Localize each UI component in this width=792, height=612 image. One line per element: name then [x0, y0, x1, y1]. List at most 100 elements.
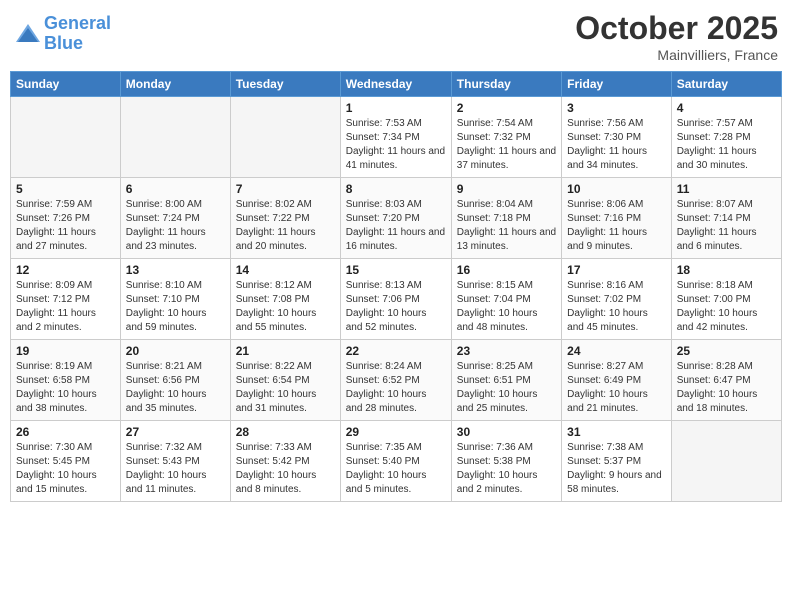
calendar-cell: 2 Sunrise: 7:54 AM Sunset: 7:32 PM Daylig… [451, 97, 561, 178]
day-info: Sunrise: 8:09 AM Sunset: 7:12 PM Dayligh… [16, 279, 115, 335]
day-number: 29 [346, 425, 446, 439]
day-number: 15 [346, 263, 446, 277]
day-number: 21 [236, 344, 335, 358]
day-info: Sunrise: 7:36 AM Sunset: 5:38 PM Dayligh… [457, 441, 556, 497]
day-info: Sunrise: 8:25 AM Sunset: 6:51 PM Dayligh… [457, 360, 556, 416]
calendar-cell: 6Sunrise: 8:00 AM Sunset: 7:24 PM Daylig… [120, 178, 230, 259]
day-info: Sunrise: 8:13 AM Sunset: 7:06 PM Dayligh… [346, 279, 446, 335]
day-number: 3 [567, 101, 666, 115]
calendar-cell [230, 97, 340, 178]
day-info: Sunrise: 7:56 AM Sunset: 7:30 PM Dayligh… [567, 117, 666, 173]
day-info: Sunrise: 8:28 AM Sunset: 6:47 PM Dayligh… [677, 360, 776, 416]
week-row-1: 1 Sunrise: 7:53 AM Sunset: 7:34 PM Daylig… [11, 97, 782, 178]
day-number: 31 [567, 425, 666, 439]
calendar-cell [671, 421, 781, 502]
calendar-cell: 31 Sunrise: 7:38 AM Sunset: 5:37 PM Dayli… [562, 421, 672, 502]
calendar-cell: 12 Sunrise: 8:09 AM Sunset: 7:12 PM Dayli… [11, 259, 121, 340]
day-info: Sunrise: 8:12 AM Sunset: 7:08 PM Dayligh… [236, 279, 335, 335]
calendar-cell: 1 Sunrise: 7:53 AM Sunset: 7:34 PM Daylig… [340, 97, 451, 178]
calendar-cell: 29Sunrise: 7:35 AM Sunset: 5:40 PM Dayli… [340, 421, 451, 502]
day-info: Sunrise: 7:57 AM Sunset: 7:28 PM Dayligh… [677, 117, 776, 173]
month-title: October 2025 [575, 10, 778, 47]
calendar-cell: 27 Sunrise: 7:32 AM Sunset: 5:43 PM Dayli… [120, 421, 230, 502]
logo-line2: Blue [44, 33, 83, 53]
week-row-3: 12 Sunrise: 8:09 AM Sunset: 7:12 PM Dayli… [11, 259, 782, 340]
page-header: General Blue October 2025 Mainvilliers, … [10, 10, 782, 63]
title-block: October 2025 Mainvilliers, France [575, 10, 778, 63]
calendar-cell: 30 Sunrise: 7:36 AM Sunset: 5:38 PM Dayli… [451, 421, 561, 502]
day-number: 25 [677, 344, 776, 358]
calendar-cell: 9 Sunrise: 8:04 AM Sunset: 7:18 PM Daylig… [451, 178, 561, 259]
calendar-cell: 3 Sunrise: 7:56 AM Sunset: 7:30 PM Daylig… [562, 97, 672, 178]
weekday-header-row: SundayMondayTuesdayWednesdayThursdayFrid… [11, 72, 782, 97]
day-number: 19 [16, 344, 115, 358]
calendar-cell: 18 Sunrise: 8:18 AM Sunset: 7:00 PM Dayli… [671, 259, 781, 340]
day-number: 18 [677, 263, 776, 277]
day-info: Sunrise: 8:27 AM Sunset: 6:49 PM Dayligh… [567, 360, 666, 416]
day-info: Sunrise: 8:00 AM Sunset: 7:24 PM Dayligh… [126, 198, 225, 254]
day-number: 10 [567, 182, 666, 196]
calendar-cell: 8Sunrise: 8:03 AM Sunset: 7:20 PM Daylig… [340, 178, 451, 259]
day-number: 9 [457, 182, 556, 196]
calendar-cell: 10 Sunrise: 8:06 AM Sunset: 7:16 PM Dayli… [562, 178, 672, 259]
day-number: 2 [457, 101, 556, 115]
logo: General Blue [14, 14, 111, 54]
day-info: Sunrise: 8:10 AM Sunset: 7:10 PM Dayligh… [126, 279, 225, 335]
day-number: 16 [457, 263, 556, 277]
calendar-cell: 22Sunrise: 8:24 AM Sunset: 6:52 PM Dayli… [340, 340, 451, 421]
location: Mainvilliers, France [575, 47, 778, 63]
day-number: 7 [236, 182, 335, 196]
day-number: 27 [126, 425, 225, 439]
weekday-header-sunday: Sunday [11, 72, 121, 97]
day-info: Sunrise: 8:22 AM Sunset: 6:54 PM Dayligh… [236, 360, 335, 416]
weekday-header-saturday: Saturday [671, 72, 781, 97]
calendar-cell: 5Sunrise: 7:59 AM Sunset: 7:26 PM Daylig… [11, 178, 121, 259]
day-info: Sunrise: 8:15 AM Sunset: 7:04 PM Dayligh… [457, 279, 556, 335]
day-number: 12 [16, 263, 115, 277]
logo-line1: General [44, 13, 111, 33]
day-number: 11 [677, 182, 776, 196]
day-number: 5 [16, 182, 115, 196]
week-row-4: 19 Sunrise: 8:19 AM Sunset: 6:58 PM Dayli… [11, 340, 782, 421]
weekday-header-wednesday: Wednesday [340, 72, 451, 97]
day-info: Sunrise: 8:06 AM Sunset: 7:16 PM Dayligh… [567, 198, 666, 254]
calendar-cell: 21 Sunrise: 8:22 AM Sunset: 6:54 PM Dayli… [230, 340, 340, 421]
day-number: 22 [346, 344, 446, 358]
calendar-cell: 13 Sunrise: 8:10 AM Sunset: 7:10 PM Dayli… [120, 259, 230, 340]
day-info: Sunrise: 8:03 AM Sunset: 7:20 PM Dayligh… [346, 198, 446, 254]
calendar-cell: 17 Sunrise: 8:16 AM Sunset: 7:02 PM Dayli… [562, 259, 672, 340]
day-info: Sunrise: 7:32 AM Sunset: 5:43 PM Dayligh… [126, 441, 225, 497]
day-number: 28 [236, 425, 335, 439]
calendar-cell: 14 Sunrise: 8:12 AM Sunset: 7:08 PM Dayli… [230, 259, 340, 340]
calendar-cell: 4Sunrise: 7:57 AM Sunset: 7:28 PM Daylig… [671, 97, 781, 178]
day-info: Sunrise: 8:18 AM Sunset: 7:00 PM Dayligh… [677, 279, 776, 335]
day-number: 1 [346, 101, 446, 115]
day-info: Sunrise: 8:04 AM Sunset: 7:18 PM Dayligh… [457, 198, 556, 254]
day-number: 14 [236, 263, 335, 277]
day-info: Sunrise: 8:07 AM Sunset: 7:14 PM Dayligh… [677, 198, 776, 254]
day-info: Sunrise: 7:30 AM Sunset: 5:45 PM Dayligh… [16, 441, 115, 497]
day-info: Sunrise: 8:16 AM Sunset: 7:02 PM Dayligh… [567, 279, 666, 335]
weekday-header-monday: Monday [120, 72, 230, 97]
day-info: Sunrise: 7:53 AM Sunset: 7:34 PM Dayligh… [346, 117, 446, 173]
day-number: 26 [16, 425, 115, 439]
day-info: Sunrise: 7:54 AM Sunset: 7:32 PM Dayligh… [457, 117, 556, 173]
day-number: 30 [457, 425, 556, 439]
calendar-cell: 24 Sunrise: 8:27 AM Sunset: 6:49 PM Dayli… [562, 340, 672, 421]
day-number: 17 [567, 263, 666, 277]
calendar-cell: 25 Sunrise: 8:28 AM Sunset: 6:47 PM Dayli… [671, 340, 781, 421]
calendar-table: SundayMondayTuesdayWednesdayThursdayFrid… [10, 71, 782, 502]
day-info: Sunrise: 7:33 AM Sunset: 5:42 PM Dayligh… [236, 441, 335, 497]
calendar-cell: 16 Sunrise: 8:15 AM Sunset: 7:04 PM Dayli… [451, 259, 561, 340]
day-number: 13 [126, 263, 225, 277]
calendar-cell: 26 Sunrise: 7:30 AM Sunset: 5:45 PM Dayli… [11, 421, 121, 502]
calendar-cell: 19 Sunrise: 8:19 AM Sunset: 6:58 PM Dayli… [11, 340, 121, 421]
day-number: 24 [567, 344, 666, 358]
calendar-cell: 7Sunrise: 8:02 AM Sunset: 7:22 PM Daylig… [230, 178, 340, 259]
day-info: Sunrise: 7:38 AM Sunset: 5:37 PM Dayligh… [567, 441, 666, 497]
calendar-cell: 11 Sunrise: 8:07 AM Sunset: 7:14 PM Dayli… [671, 178, 781, 259]
day-info: Sunrise: 8:21 AM Sunset: 6:56 PM Dayligh… [126, 360, 225, 416]
calendar-cell [11, 97, 121, 178]
day-number: 20 [126, 344, 225, 358]
day-info: Sunrise: 8:19 AM Sunset: 6:58 PM Dayligh… [16, 360, 115, 416]
